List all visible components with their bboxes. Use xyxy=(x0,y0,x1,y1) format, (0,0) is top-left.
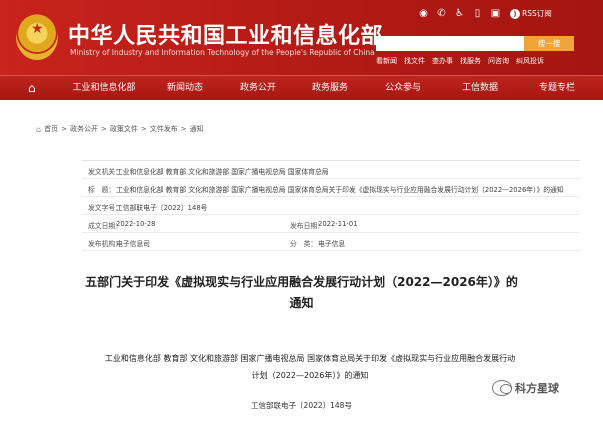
breadcrumb-separator: > xyxy=(61,125,67,133)
quick-link[interactable]: 看新闻 xyxy=(376,56,397,66)
search-button[interactable]: 搜一搜 xyxy=(524,36,574,51)
search-box: 搜一搜 xyxy=(376,36,574,51)
accessibility-icon[interactable]: ♿ xyxy=(454,8,465,19)
nav-item-services[interactable]: 政务服务 xyxy=(294,76,366,101)
wechat-watermark-icon xyxy=(492,380,512,396)
document-number: 工信部联电子〔2022〕148号 xyxy=(251,401,352,410)
home-icon[interactable]: ⌂ xyxy=(28,81,36,95)
meta-value: 工业和信息化部 教育部 文化和旅游部 国家广播电视总局 国家体育总局关于印发《虚… xyxy=(116,186,564,194)
site-title[interactable]: 中华人民共和国工业和信息化部 xyxy=(68,18,383,50)
nav-item-participation[interactable]: 公众参与 xyxy=(366,76,440,101)
nav-item-topics[interactable]: 专题专栏 xyxy=(520,76,594,101)
quick-link[interactable]: 找文件 xyxy=(404,56,425,66)
breadcrumb-item[interactable]: 通知 xyxy=(190,124,204,134)
meta-value: 2022-10-28 xyxy=(116,220,156,228)
meta-row-number: 发文字号： 工信部联电子〔2022〕148号 xyxy=(82,197,580,215)
document-heading: 工业和信息化部 教育部 文化和旅游部 国家广播电视总局 国家体育总局关于印发《虚… xyxy=(90,350,530,384)
document-title-line: 五部门关于印发《虚拟现实与行业应用融合发展行动计划（2022—2026年）》的 xyxy=(85,275,518,289)
document-metadata: 发文机关： 工业和信息化部 教育部 文化和旅游部 国家广播电视总局 国家体育总局… xyxy=(82,160,580,254)
quick-link[interactable]: 找服务 xyxy=(460,56,481,66)
rss-link[interactable]: ) RSS订阅 xyxy=(510,8,552,19)
nav-item-public-affairs[interactable]: 政务公开 xyxy=(222,76,294,101)
meta-value: 工业和信息化部 教育部 文化和旅游部 国家广播电视总局 国家体育总局 xyxy=(116,168,329,176)
document-title-line: 通知 xyxy=(289,296,314,310)
document-heading-line: 计划（2022—2026年）》的通知 xyxy=(251,371,369,380)
meta-key: 分 类： xyxy=(290,240,318,248)
emblem-star-icon: ★ xyxy=(31,21,44,37)
rss-icon: ) xyxy=(510,8,520,19)
breadcrumb-item[interactable]: 政务公开 xyxy=(70,124,98,134)
meta-value: 2022-11-01 xyxy=(318,220,358,228)
breadcrumb-home-icon: ⌂ xyxy=(36,124,42,134)
quick-links: 看新闻 找文件 查办事 找服务 问咨询 纠风投诉 xyxy=(376,56,544,66)
meta-value: 工信部联电子〔2022〕148号 xyxy=(116,204,208,212)
meta-value: 电子信息 xyxy=(318,240,346,248)
quick-link[interactable]: 问咨询 xyxy=(488,56,509,66)
breadcrumb-separator: > xyxy=(140,125,147,133)
search-input[interactable] xyxy=(376,36,524,51)
document-heading-line: 工业和信息化部 教育部 文化和旅游部 国家广播电视总局 国家体育总局关于印发《虚… xyxy=(104,354,516,363)
meta-value: 电子信息司 xyxy=(116,240,150,248)
breadcrumb-separator: > xyxy=(100,125,107,133)
nav-item-data[interactable]: 工信数据 xyxy=(440,76,520,101)
meta-row-dates: 成文日期： 2022-10-28 发布日期： 2022-11-01 xyxy=(82,215,580,233)
main-nav: ⌂ 工业和信息化部 新闻动态 政务公开 政务服务 公众参与 工信数据 专题专栏 xyxy=(0,75,603,100)
meta-row-title: 标 题： 工业和信息化部 教育部 文化和旅游部 国家广播电视总局 国家体育总局关… xyxy=(82,179,580,197)
breadcrumb-item[interactable]: 首页 xyxy=(44,124,58,134)
weibo-icon[interactable]: ◉ xyxy=(418,8,429,19)
mobile-icon[interactable]: ▯ xyxy=(472,8,483,19)
meta-row-issuer: 发文机关： 工业和信息化部 教育部 文化和旅游部 国家广播电视总局 国家体育总局 xyxy=(82,161,580,179)
breadcrumb-item[interactable]: 文件发布 xyxy=(150,124,178,134)
quick-link[interactable]: 查办事 xyxy=(432,56,453,66)
breadcrumb-item[interactable]: 政策文件 xyxy=(110,124,138,134)
meta-row-publisher: 发布机构： 电子信息司 分 类： 电子信息 xyxy=(82,233,580,251)
wechat-icon[interactable]: ✆ xyxy=(436,8,447,19)
nav-item-ministry[interactable]: 工业和信息化部 xyxy=(60,76,148,101)
site-subtitle: Ministry of Industry and Information Tec… xyxy=(70,48,375,57)
breadcrumb: ⌂ 首页 > 政务公开 > 政策文件 > 文件发布 > 通知 xyxy=(36,124,204,134)
watermark-text: 科方星球 xyxy=(515,382,559,395)
app-icon[interactable]: ▣ xyxy=(490,8,501,19)
nav-items: 工业和信息化部 新闻动态 政务公开 政务服务 公众参与 工信数据 专题专栏 xyxy=(60,76,594,101)
quick-link[interactable]: 纠风投诉 xyxy=(516,56,544,66)
breadcrumb-separator: > xyxy=(180,125,187,133)
site-header: ★ 中华人民共和国工业和信息化部 Ministry of Industry an… xyxy=(0,0,603,75)
meta-key: 标 题： xyxy=(88,186,116,194)
nav-item-news[interactable]: 新闻动态 xyxy=(148,76,222,101)
rss-label: RSS订阅 xyxy=(522,9,552,18)
watermark: 科方星球 xyxy=(492,380,559,396)
document-title: 五部门关于印发《虚拟现实与行业应用融合发展行动计划（2022—2026年）》的 … xyxy=(0,272,603,314)
utility-bar: ◉ ✆ ♿ ▯ ▣ ) RSS订阅 xyxy=(418,8,552,19)
